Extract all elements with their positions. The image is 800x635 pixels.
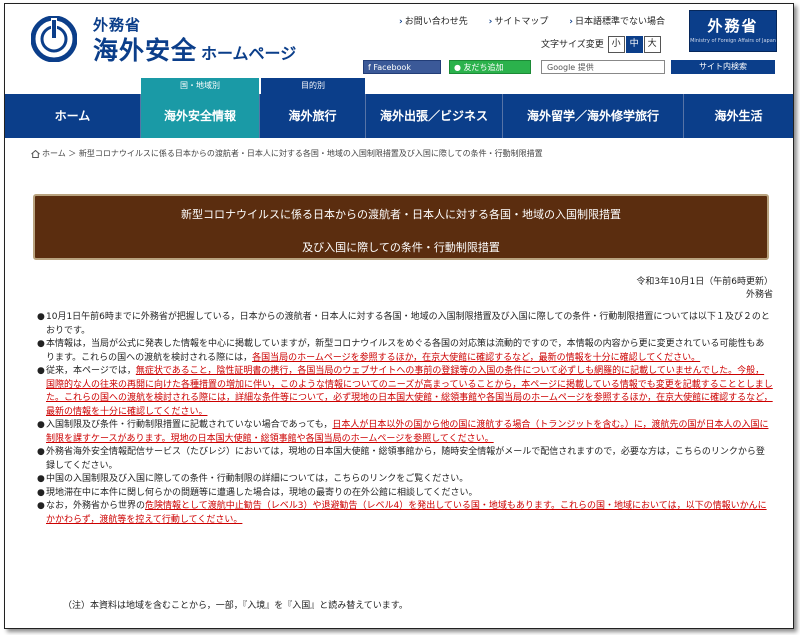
notice-text: 従来，本ページでは， — [46, 366, 136, 376]
notice-list: ● 10月1日午前6時までに外務省が把握している，日本からの渡航者・日本人に対する… — [37, 311, 773, 527]
notice-text: 中国の入国制限及び入国に際しての条件・行動制限の詳細については，こちらのリンクを… — [46, 474, 469, 484]
bullet-icon: ● — [37, 474, 45, 484]
footnote: （注）本資料は地域を含むことから，一部，『入境』を『入国』と読み替えています。 — [63, 601, 408, 611]
breadcrumb: ホーム ＞ 新型コロナウイルスに係る日本からの渡航者・日本人に対する各国・地域の… — [31, 148, 543, 159]
bullet-icon: ● — [37, 420, 45, 430]
nav-home[interactable]: ホーム — [5, 94, 141, 138]
site-header: 外務省 海外安全 ホームページ › お問い合わせ先 › サイトマップ › 日本語標準でな… — [5, 4, 793, 94]
notice-text: 外務省海外安全情報配信サービス（たびレジ）においては，現地の日本国大使館・総領事… — [46, 447, 765, 471]
page-title: 新型コロナウイルスに係る日本からの渡航者・日本人に対する各国・地域の入国制限措置… — [33, 194, 769, 260]
notice-text: 現地滞在中に本件に関し何らかの問題等に遭遇した場合は，現地の最寄りの在外公館に相… — [46, 487, 478, 498]
bullet-icon: ● — [37, 447, 45, 457]
mofa-logo-subtext: Ministry of Foreign Affairs of Japan — [690, 38, 776, 44]
line-icon: ● — [454, 63, 464, 72]
issuer: 外務省 — [745, 290, 773, 300]
notice-text: なお，外務省から世界の — [46, 501, 146, 511]
notice-text: 入国制限及び条件・行動制限措置に記載されていない場合であっても， — [46, 420, 333, 430]
nav-travel[interactable]: 海外旅行 — [260, 94, 366, 138]
arrow-right-icon: › — [569, 17, 573, 27]
page-frame: 外務省 海外安全 ホームページ › お問い合わせ先 › サイトマップ › 日本語標準でな… — [4, 3, 794, 629]
list-item: ● 本情報は，当局が公式に発表した情報を中心に掲載していますが，新型コロナウイルス… — [37, 338, 773, 365]
list-item: ● なお，外務省から世界の危険情報として渡航中止勧告（レベル3）や退避勧告（レベル… — [37, 500, 773, 527]
bullet-icon: ● — [37, 501, 45, 511]
line-button[interactable]: ● 友だち追加 — [449, 60, 531, 74]
logo-mark-icon[interactable] — [31, 16, 77, 62]
bullet-icon: ● — [37, 487, 45, 498]
page-title-line1: 新型コロナウイルスに係る日本からの渡航者・日本人に対する各国・地域の入国制限措置 — [181, 208, 621, 221]
nav-study-abroad[interactable]: 海外留学／海外修学旅行 — [503, 94, 684, 138]
font-size-medium-button[interactable]: 中 — [625, 36, 643, 53]
list-item: ● 現地滞在中に本件に関し何らかの問題等に遭遇した場合は，現地の最寄りの在外公館に… — [37, 487, 773, 501]
home-icon — [31, 149, 40, 158]
list-item: ● 外務省海外安全情報配信サービス（たびレジ）においては，現地の日本国大使館・総領… — [37, 446, 773, 473]
list-item: ● 中国の入国制限及び入国に際しての条件・行動制限の詳細については，こちらのリンク… — [37, 473, 773, 487]
logo-main-text: 海外安全 — [93, 36, 198, 65]
list-item: ● 10月1日午前6時までに外務省が把握している，日本からの渡航者・日本人に対する… — [37, 311, 773, 338]
language-link[interactable]: › 日本語標準でない場合 — [569, 17, 674, 27]
bullet-icon: ● — [37, 312, 45, 322]
font-size-label: 文字サイズ変更 — [541, 40, 604, 50]
mofa-logo[interactable]: 外務省 Ministry of Foreign Affairs of Japan — [689, 10, 777, 52]
tab-by-country[interactable]: 国・地域別 — [141, 78, 259, 94]
arrow-right-icon: › — [399, 17, 403, 27]
tab-by-purpose[interactable]: 目的別 — [261, 78, 365, 94]
arrow-right-icon: › — [488, 17, 493, 27]
contact-link[interactable]: › お問い合わせ先 — [399, 17, 477, 27]
highlighted-text: 無症状であること，陰性証明書の携行，各国当局のウェブサイトへの事前の登録等の入国… — [46, 366, 773, 417]
facebook-button[interactable]: f Facebook — [363, 60, 441, 74]
highlighted-text: 各国当局のホームページを参照するほか，在京大使館に確認するなど，最新の情報を十分… — [252, 352, 701, 363]
nav-living-abroad[interactable]: 海外生活 — [684, 94, 793, 138]
breadcrumb-text[interactable]: ホーム ＞ 新型コロナウイルスに係る日本からの渡航者・日本人に対する各国・地域の… — [42, 149, 543, 158]
update-date: 令和3年10月1日（午前6時更新） — [636, 277, 773, 287]
highlighted-text: 危険情報として渡航中止勧告（レベル3）や退避勧告（レベル4）を発出している国・地… — [46, 501, 767, 525]
list-item: ● 従来，本ページでは，無症状であること，陰性証明書の携行，各国当局のウェブサイト… — [37, 365, 773, 419]
font-size-control: 文字サイズ変更 小中大 — [541, 36, 661, 53]
sitemap-link[interactable]: › サイトマップ — [489, 17, 558, 27]
page-title-line2: 及び入国に際しての条件・行動制限措置 — [302, 241, 500, 254]
site-search-button[interactable]: サイト内検索 — [671, 60, 775, 74]
nav-business[interactable]: 海外出張／ビジネス — [366, 94, 503, 138]
search-input[interactable]: Google 提供 — [541, 60, 665, 74]
mofa-logo-text: 外務省 — [707, 17, 759, 35]
bullet-icon: ● — [37, 339, 45, 349]
notice-text: 10月1日午前6時までに外務省が把握している，日本からの渡航者・日本人に対する各… — [46, 312, 770, 336]
bullet-icon: ● — [37, 366, 45, 376]
font-size-small-button[interactable]: 小 — [607, 36, 625, 53]
site-logo[interactable]: 海外安全 ホームページ — [93, 31, 296, 67]
main-nav: ホーム 海外安全情報 海外旅行 海外出張／ビジネス 海外留学／海外修学旅行 海外… — [5, 94, 793, 138]
date-block: 令和3年10月1日（午前6時更新） 外務省 — [636, 276, 773, 302]
top-links: › お問い合わせ先 › サイトマップ › 日本語標準でない場合 — [399, 14, 683, 27]
list-item: ● 入国制限及び条件・行動制限措置に記載されていない場合であっても，日本人が日本以… — [37, 419, 773, 446]
logo-sub-text: ホームページ — [201, 44, 297, 63]
nav-safety-info[interactable]: 海外安全情報 — [141, 94, 260, 138]
font-size-large-button[interactable]: 大 — [643, 36, 661, 53]
